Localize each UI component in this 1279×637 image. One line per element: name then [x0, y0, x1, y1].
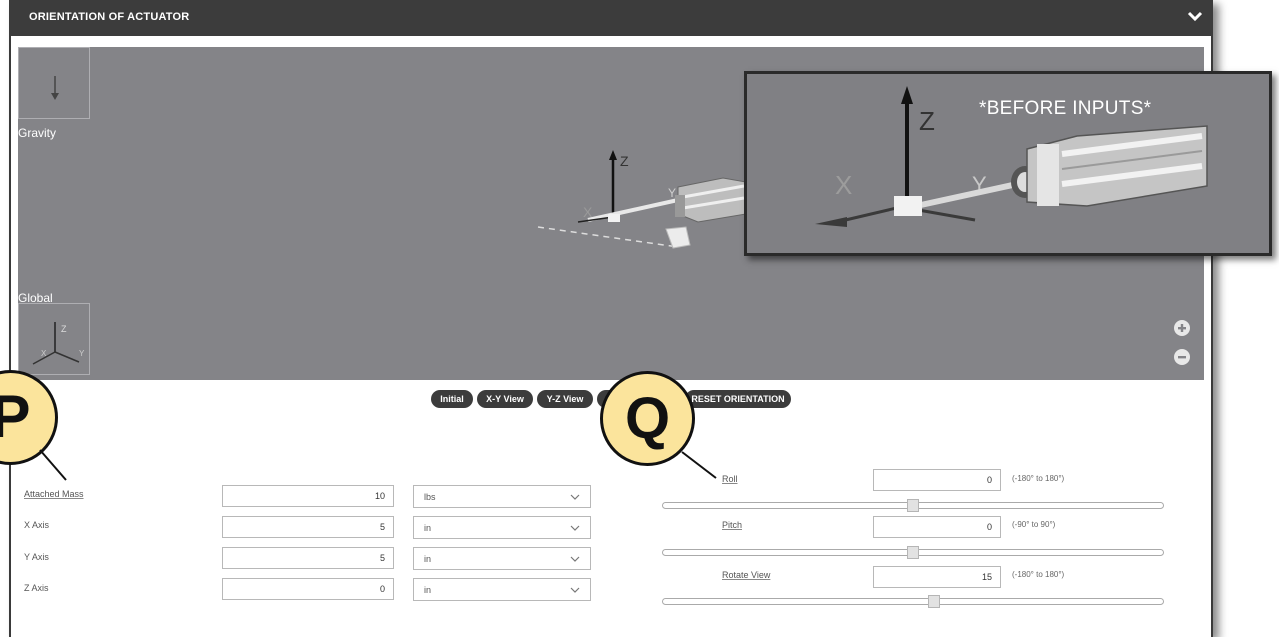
inset-axis-x-label: X [835, 170, 852, 200]
chevron-down-icon [570, 556, 580, 562]
pitch-slider-thumb[interactable] [907, 546, 919, 559]
callout-p-leader [39, 449, 67, 481]
chevron-down-icon[interactable] [1187, 10, 1203, 22]
attached-mass-label[interactable]: Attached Mass [24, 489, 84, 499]
zoom-out-button[interactable] [1174, 349, 1190, 365]
rotate-view-input[interactable]: 15 [873, 566, 1001, 588]
panel-header[interactable]: ORIENTATION OF ACTUATOR [9, 0, 1213, 36]
yz-view-button[interactable]: Y-Z View [537, 390, 593, 408]
roll-slider[interactable] [662, 499, 1164, 512]
svg-text:X: X [41, 349, 47, 358]
pitch-input[interactable]: 0 [873, 516, 1001, 538]
y-axis-unit: in [424, 554, 432, 564]
z-axis-input[interactable]: 0 [222, 578, 394, 600]
attached-mass-unit-select[interactable]: lbs [413, 485, 591, 508]
gravity-indicator [18, 47, 90, 119]
x-axis-unit: in [424, 523, 432, 533]
attached-mass-input[interactable]: 10 [222, 485, 394, 507]
y-axis-unit-select[interactable]: in [413, 547, 591, 570]
gravity-arrow-icon [51, 76, 59, 100]
rotate-view-slider-thumb[interactable] [928, 595, 940, 608]
y-axis-label: Y Axis [24, 552, 49, 562]
actuator-model[interactable]: Z X Y [518, 142, 758, 282]
z-axis-unit: in [424, 585, 432, 595]
chevron-down-icon [570, 587, 580, 593]
rotate-view-slider[interactable] [662, 595, 1164, 608]
roll-range: (-180° to 180°) [1012, 474, 1065, 483]
callout-q-leader [681, 451, 717, 479]
roll-input[interactable]: 0 [873, 469, 1001, 491]
pitch-slider[interactable] [662, 546, 1164, 559]
z-axis-label: Z Axis [24, 583, 49, 593]
rotate-view-label[interactable]: Rotate View [722, 570, 770, 580]
attached-mass-unit: lbs [424, 492, 436, 502]
rotate-view-range: (-180° to 180°) [1012, 570, 1065, 579]
global-axes-icon: Z X Y [32, 322, 85, 365]
callout-q-letter: Q [624, 386, 671, 451]
plus-icon [1178, 324, 1186, 332]
minus-icon [1178, 356, 1186, 359]
zoom-in-button[interactable] [1174, 320, 1190, 336]
x-axis-input[interactable]: 5 [222, 516, 394, 538]
callout-p-letter: P [0, 383, 31, 450]
z-axis-unit-select[interactable]: in [413, 578, 591, 601]
model-axis-z-label: Z [620, 153, 629, 169]
panel-title: ORIENTATION OF ACTUATOR [29, 11, 190, 23]
roll-slider-thumb[interactable] [907, 499, 919, 512]
pitch-label[interactable]: Pitch [722, 520, 742, 530]
roll-label[interactable]: Roll [722, 474, 738, 484]
inset-axis-z-label: Z [919, 106, 935, 136]
pitch-range: (-90° to 90°) [1012, 520, 1056, 529]
xy-view-button[interactable]: X-Y View [477, 390, 533, 408]
chevron-down-icon [570, 525, 580, 531]
x-axis-unit-select[interactable]: in [413, 516, 591, 539]
chevron-down-icon [570, 494, 580, 500]
initial-view-button[interactable]: Initial [431, 390, 473, 408]
inset-actuator-image: Z X Y [815, 86, 1208, 227]
svg-text:Y: Y [79, 349, 85, 358]
y-axis-input[interactable]: 5 [222, 547, 394, 569]
x-axis-label: X Axis [24, 520, 50, 530]
reset-orientation-button[interactable]: RESET ORIENTATION [685, 390, 791, 408]
model-axis-y-label: Y [668, 186, 676, 200]
global-axes-indicator: Z X Y [18, 303, 90, 375]
gravity-label: Gravity [18, 126, 57, 140]
svg-text:Z: Z [61, 324, 67, 334]
before-inputs-inset: *BEFORE INPUTS* Z X Y [744, 71, 1272, 256]
